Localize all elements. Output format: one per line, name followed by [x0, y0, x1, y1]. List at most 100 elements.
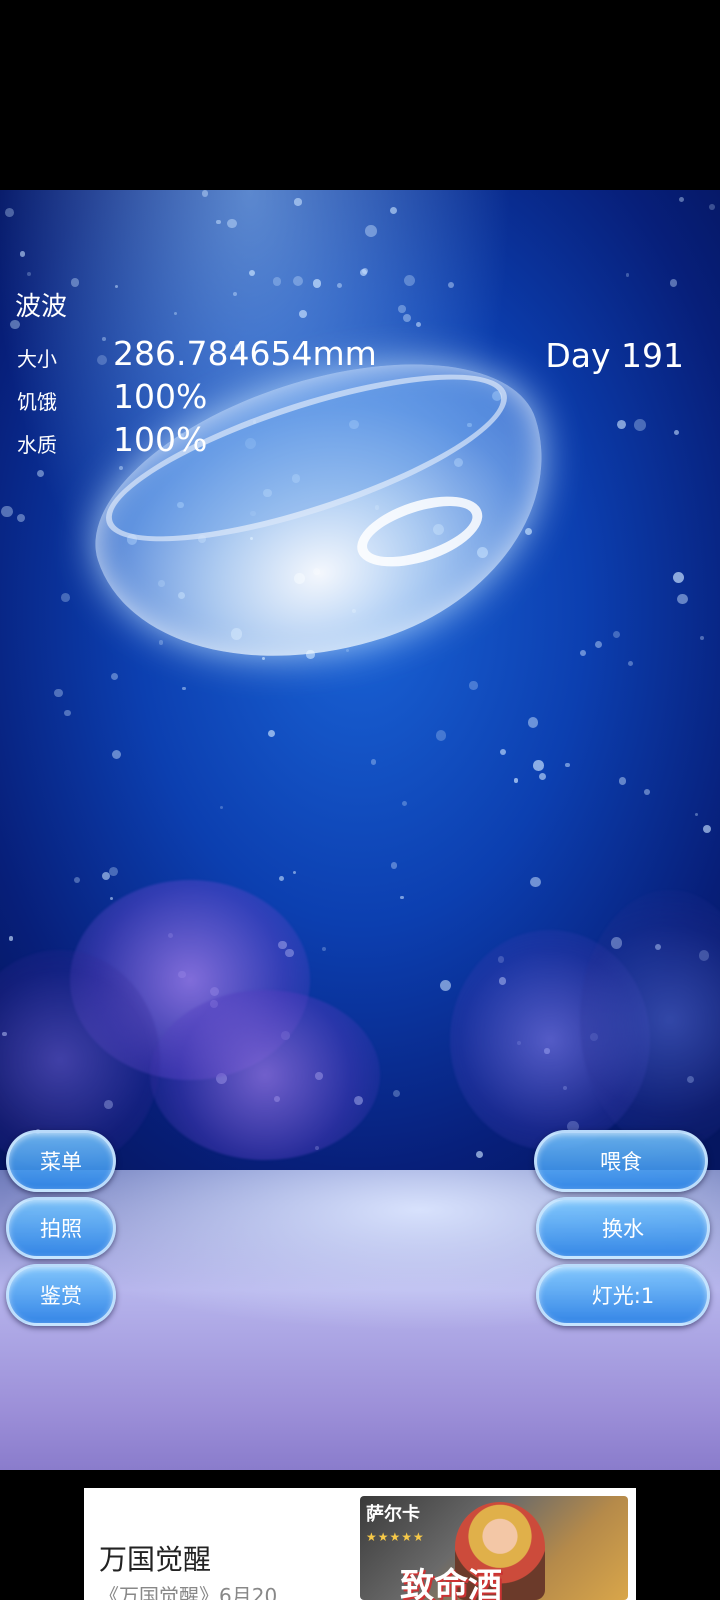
bubble	[436, 730, 447, 741]
change-water-button[interactable]: 换水	[536, 1197, 710, 1259]
bubble	[26, 271, 32, 277]
bubble	[447, 281, 454, 288]
day-counter: Day 191	[545, 336, 684, 375]
ad-image[interactable]: 萨尔卡 ★★★★★ 致命酒	[360, 1496, 628, 1600]
bubble	[402, 313, 411, 322]
bubble	[109, 897, 113, 901]
bubble	[476, 1150, 483, 1158]
bubble	[227, 218, 237, 229]
bubble	[272, 277, 282, 286]
bubble	[530, 876, 541, 888]
bubble	[74, 877, 81, 884]
bubble	[565, 762, 570, 768]
ad-image-title: 萨尔卡	[366, 1504, 420, 1525]
bubble	[232, 291, 237, 296]
bubble	[17, 513, 26, 522]
bubble	[267, 729, 275, 737]
bubble	[64, 709, 71, 717]
bubble	[527, 717, 539, 728]
stat-value-size: 286.784654mm	[113, 334, 377, 373]
pet-name: 波波	[15, 292, 68, 322]
bubble	[513, 778, 519, 783]
bubble	[627, 660, 633, 666]
bubble	[702, 825, 711, 834]
bubble	[109, 866, 119, 876]
bubble	[101, 871, 111, 880]
bubble	[390, 206, 398, 214]
bubble	[613, 631, 621, 639]
bubble	[538, 772, 547, 781]
bubble	[398, 305, 406, 313]
bubble	[114, 284, 119, 289]
bubble	[708, 204, 715, 210]
bubble	[61, 593, 70, 602]
bubble	[299, 310, 308, 319]
appreciate-button[interactable]: 鉴赏	[6, 1264, 116, 1326]
bubble	[673, 572, 685, 584]
bubble	[9, 936, 14, 941]
bubble	[677, 593, 688, 605]
bubble	[699, 635, 705, 641]
bubble	[215, 219, 221, 225]
bubble	[634, 419, 647, 431]
bubble	[219, 805, 224, 809]
bubble	[201, 190, 209, 197]
bubble	[5, 208, 15, 218]
stat-label-water-quality: 水质	[17, 433, 57, 457]
bubble	[400, 895, 404, 900]
bubble	[365, 225, 377, 237]
bubble	[679, 197, 685, 203]
bubble	[533, 760, 544, 771]
bubble	[669, 279, 678, 288]
bubble	[439, 980, 451, 992]
bubble	[112, 750, 122, 760]
stat-value-water-quality: 100%	[113, 420, 208, 459]
bubble	[595, 640, 603, 648]
bubble	[36, 469, 45, 477]
bubble	[97, 354, 108, 365]
bubble	[279, 875, 285, 881]
bubble	[1, 505, 13, 518]
feed-button[interactable]: 喂食	[534, 1130, 708, 1192]
top-black-area	[0, 0, 720, 190]
bubble	[499, 748, 506, 755]
bubble	[292, 276, 303, 287]
bubble	[111, 672, 119, 681]
bubble	[174, 312, 178, 316]
ad-description: 《万国觉醒》6月20...	[99, 1584, 297, 1600]
bubble	[292, 870, 297, 875]
bubble	[362, 268, 369, 275]
bubble	[401, 800, 407, 807]
bubble	[313, 279, 322, 288]
bubble	[390, 861, 398, 869]
ad-star-rating: ★★★★★	[366, 1530, 425, 1544]
bubble	[336, 282, 342, 288]
menu-button[interactable]: 菜单	[6, 1130, 116, 1192]
bubble	[619, 777, 627, 785]
bubble	[70, 278, 80, 287]
bubble	[321, 947, 326, 952]
photo-button[interactable]: 拍照	[6, 1197, 116, 1259]
bubble	[294, 198, 302, 206]
bubble	[644, 789, 651, 795]
ad-banner[interactable]: 万国觉醒 《万国觉醒》6月20... 萨尔卡 ★★★★★ 致命酒	[84, 1488, 636, 1600]
bubble	[19, 250, 26, 257]
bubble	[580, 650, 586, 656]
stat-label-hunger: 饥饿	[17, 390, 57, 414]
bubble	[625, 272, 630, 277]
bubble	[673, 430, 679, 436]
ad-title: 万国觉醒	[99, 1543, 212, 1576]
stat-value-hunger: 100%	[113, 377, 208, 416]
ad-image-text: 致命酒	[400, 1566, 502, 1600]
bubble	[102, 337, 106, 341]
bubble	[54, 688, 64, 698]
bubble	[403, 275, 415, 287]
bubble	[617, 419, 627, 429]
coral-left-lower	[150, 990, 380, 1160]
bubble	[248, 269, 255, 276]
bubble	[694, 812, 698, 816]
bubble	[415, 321, 422, 328]
bubble	[370, 759, 376, 765]
bubble	[392, 1090, 400, 1098]
light-button[interactable]: 灯光:1	[536, 1264, 710, 1326]
